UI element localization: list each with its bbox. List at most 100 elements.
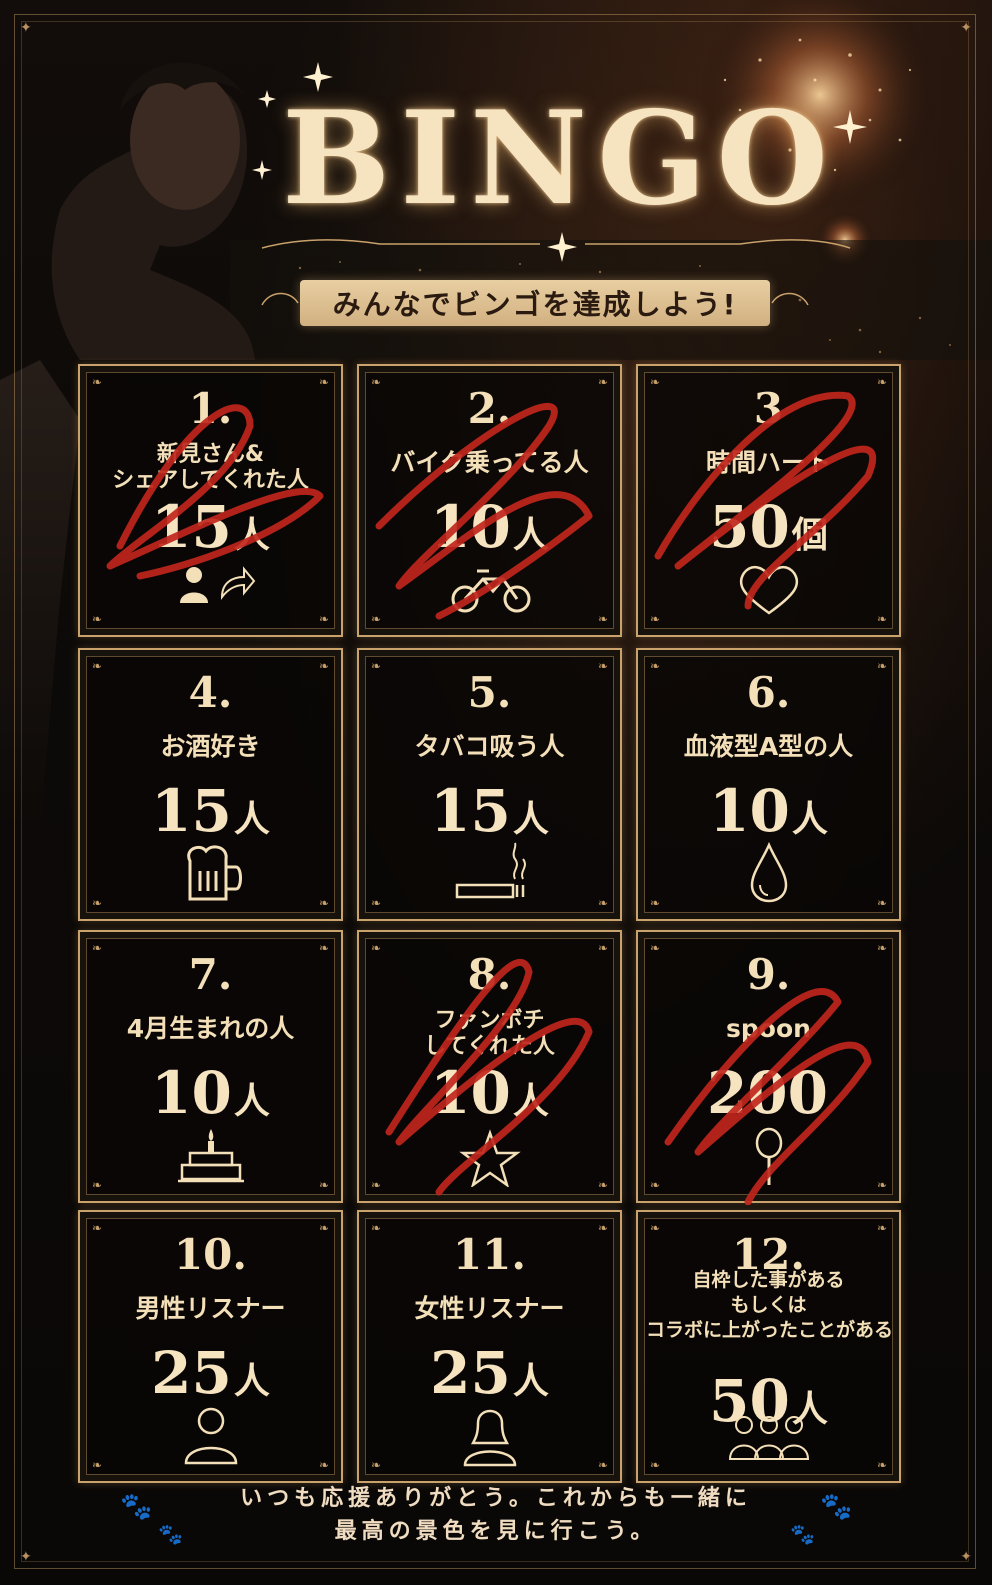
footer-line-2: 最高の景色を見に行こう。 — [334, 1519, 658, 1544]
corner-ornament-icon: ✦ — [20, 1549, 32, 1565]
cell-corner-ornament-icon: ❧ — [650, 375, 661, 389]
cell-target-count: 10人 — [80, 1064, 341, 1122]
bingo-cell-6[interactable]: ❧ ❧ ❧ ❧ 6. 血液型A型の人 10人 — [636, 648, 901, 921]
cell-corner-ornament-icon: ❧ — [597, 375, 608, 389]
bingo-cell-2[interactable]: ❧ ❧ ❧ ❧ 2. バイク乗ってる人 10人 — [357, 364, 622, 637]
corner-ornament-icon: ✦ — [960, 20, 972, 36]
cell-corner-ornament-icon: ❧ — [92, 1178, 103, 1192]
cell-count-unit: 人 — [512, 514, 549, 556]
birthday-cake-icon — [177, 1129, 244, 1183]
cell-corner-ornament-icon: ❧ — [650, 896, 661, 910]
cell-count-unit: 人 — [233, 798, 270, 840]
cell-number: 11. — [452, 1230, 527, 1279]
cell-corner-ornament-icon: ❧ — [92, 1458, 103, 1472]
cell-corner-ornament-icon: ❧ — [876, 612, 887, 626]
cell-label-line: お酒好き — [160, 732, 261, 761]
cell-corner-ornament-icon: ❧ — [92, 941, 103, 955]
page-title: BINGO — [282, 84, 838, 234]
cell-number: 5. — [467, 668, 512, 717]
footer-message: いつも応援ありがとう。これからも一緒に 最高の景色を見に行こう。 — [0, 1482, 992, 1548]
cell-number: 2. — [467, 384, 512, 433]
cell-corner-ornament-icon: ❧ — [371, 1458, 382, 1472]
bingo-cell-7[interactable]: ❧ ❧ ❧ ❧ 7. 4月生まれの人 10人 — [78, 930, 343, 1203]
cell-count-unit: 人 — [512, 1360, 549, 1402]
cigarette-icon — [455, 842, 526, 899]
cell-number: 4. — [188, 668, 233, 717]
cell-corner-ornament-icon: ❧ — [876, 659, 887, 673]
bingo-cell-4[interactable]: ❧ ❧ ❧ ❧ 4. お酒好き 15人 — [78, 648, 343, 921]
cell-number: 9. — [746, 950, 791, 999]
cell-target-count: 15人 — [80, 498, 341, 556]
bingo-cell-10[interactable]: ❧ ❧ ❧ ❧ 10. 男性リスナー 25人 — [78, 1210, 343, 1483]
bingo-cell-9[interactable]: ❧ ❧ ❧ ❧ 9. spoon 200 — [636, 930, 901, 1205]
corner-ornament-icon: ✦ — [960, 1549, 972, 1565]
cell-count-value: 15 — [151, 777, 232, 845]
cell-target-count: 25人 — [359, 1344, 620, 1402]
cell-corner-ornament-icon: ❧ — [92, 1221, 103, 1235]
cell-number: 3 — [753, 384, 784, 433]
cell-corner-ornament-icon: ❧ — [371, 612, 382, 626]
cell-label-line: タバコ吸う人 — [414, 732, 565, 761]
bingo-cell-11[interactable]: ❧ ❧ ❧ ❧ 11. 女性リスナー 25人 — [357, 1210, 622, 1483]
cell-corner-ornament-icon: ❧ — [597, 1221, 608, 1235]
bingo-cell-8[interactable]: ❧ ❧ ❧ ❧ 8. ファンボチ してくれた人 10人 — [357, 930, 622, 1203]
blood-drop-icon — [750, 841, 787, 903]
bingo-card-page: ✦ ✦ ✦ ✦ BINGO みんなでビンゴを達成しよう! ❧ ❧ ❧ ❧ 1. 新見さん&… — [0, 0, 992, 1585]
cell-corner-ornament-icon: ❧ — [876, 896, 887, 910]
cell-corner-ornament-icon: ❧ — [650, 1178, 661, 1192]
cell-target-count: 10人 — [359, 1064, 620, 1122]
cell-corner-ornament-icon: ❧ — [92, 375, 103, 389]
cell-label-line: シェアしてくれた人 — [112, 468, 309, 494]
cell-target-count: 10人 — [359, 498, 620, 556]
cell-label-line: 自枠した事がある — [692, 1269, 845, 1291]
cell-number: 6. — [746, 668, 791, 717]
cell-target-count: 50個 — [638, 498, 899, 556]
bingo-cell-5[interactable]: ❧ ❧ ❧ ❧ 5. タバコ吸う人 15人 — [357, 648, 622, 921]
cell-label: バイク乗ってる人 — [367, 448, 612, 478]
bingo-cell-3[interactable]: ❧ ❧ ❧ ❧ 3 時間ハート 50個 — [636, 364, 901, 637]
cell-target-count: 200 — [638, 1064, 899, 1122]
cell-corner-ornament-icon: ❧ — [650, 1458, 661, 1472]
cell-target-count: 15人 — [359, 782, 620, 840]
cell-label: spoon — [646, 1014, 891, 1044]
cell-corner-ornament-icon: ❧ — [650, 612, 661, 626]
cell-count-unit: 人 — [512, 798, 549, 840]
cell-count-unit: 人 — [512, 1080, 549, 1122]
cell-corner-ornament-icon: ❧ — [371, 941, 382, 955]
cell-corner-ornament-icon: ❧ — [92, 612, 103, 626]
cell-count-value: 25 — [430, 1339, 511, 1407]
cell-count-unit: 人 — [233, 514, 270, 556]
subtitle-text: みんなでビンゴを達成しよう! — [332, 288, 738, 321]
beer-mug-icon — [186, 845, 242, 901]
spoon-icon — [755, 1127, 782, 1185]
cell-label-line: してくれた人 — [424, 1034, 555, 1060]
cell-corner-ornament-icon: ❧ — [318, 1221, 329, 1235]
cell-label-line: 4月生まれの人 — [126, 1014, 295, 1043]
cell-corner-ornament-icon: ❧ — [597, 659, 608, 673]
cell-count-value: 50 — [709, 493, 790, 561]
cell-target-count: 15人 — [80, 782, 341, 840]
cell-corner-ornament-icon: ❧ — [318, 612, 329, 626]
female-user-icon — [463, 1409, 516, 1467]
cell-label-line: 新見さん& — [156, 442, 265, 467]
bingo-cell-1[interactable]: ❧ ❧ ❧ ❧ 1. 新見さん& シェアしてくれた人 15人 — [78, 364, 343, 637]
cell-corner-ornament-icon: ❧ — [318, 375, 329, 389]
cell-label: 自枠した事がある もしくは コラボに上がったことがある — [646, 1268, 893, 1343]
cell-label-line: ファンボチ — [434, 1008, 545, 1033]
cell-corner-ornament-icon: ❧ — [371, 1221, 382, 1235]
cell-target-count: 25人 — [80, 1344, 341, 1402]
cell-corner-ornament-icon: ❧ — [876, 1221, 887, 1235]
cell-corner-ornament-icon: ❧ — [318, 1178, 329, 1192]
cell-count-value: 15 — [430, 777, 511, 845]
cell-corner-ornament-icon: ❧ — [597, 941, 608, 955]
cell-number: 8. — [467, 950, 512, 999]
cell-count-unit: 人 — [233, 1360, 270, 1402]
cell-label: タバコ吸う人 — [367, 732, 612, 762]
cell-corner-ornament-icon: ❧ — [92, 896, 103, 910]
cell-corner-ornament-icon: ❧ — [876, 1458, 887, 1472]
cell-target-count: 10人 — [638, 782, 899, 840]
cell-corner-ornament-icon: ❧ — [371, 375, 382, 389]
cell-count-value: 200 — [706, 1059, 829, 1127]
bingo-cell-12[interactable]: ❧ ❧ ❧ ❧ 12. 自枠した事がある もしくは コラボに上がったことがある 50人 — [636, 1210, 901, 1483]
cell-number: 7. — [188, 950, 233, 999]
